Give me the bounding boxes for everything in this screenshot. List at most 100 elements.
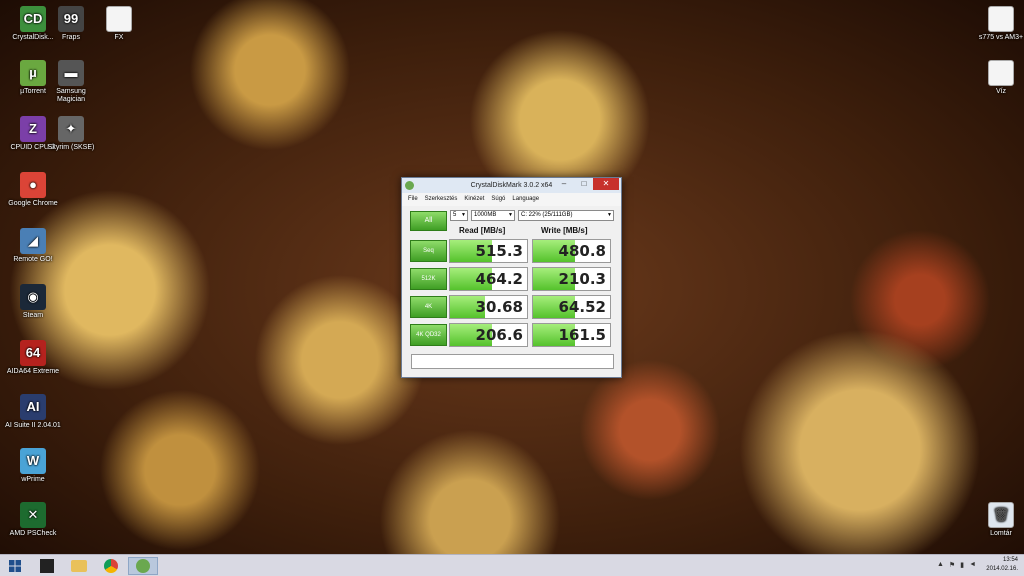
write-result-cell: 210.3	[532, 267, 611, 291]
taskbar-aida-button[interactable]	[32, 557, 62, 575]
clock-time: 13:54	[1002, 557, 1018, 563]
chevron-down-icon: ▼	[607, 212, 612, 218]
app-icon: 64	[20, 340, 46, 366]
write-result-cell: 64.52	[532, 295, 611, 319]
read-result-value: 515.3	[475, 242, 523, 260]
read-header: Read [MB/s]	[459, 226, 506, 235]
read-result-cell: 30.68	[449, 295, 528, 319]
test-size-select[interactable]: 1000MB ▼	[471, 210, 515, 221]
desktop-icon[interactable]: ✕ AMD PSCheck	[4, 502, 62, 538]
flag-icon[interactable]: ⚑	[949, 561, 955, 569]
test-button-512k[interactable]: 512K	[410, 268, 447, 290]
desktop-icon[interactable]: ◢ Remote GO!	[4, 228, 62, 264]
crystaldiskmark-taskbar-icon	[136, 559, 150, 573]
volume-icon[interactable]: ◄	[969, 561, 976, 569]
taskbar: ▲ ⚑ ▮ ◄ 13:54 2014.02.16.	[0, 554, 1024, 576]
read-result-value: 464.2	[475, 270, 523, 288]
desktop-icon[interactable]: FX	[90, 6, 148, 42]
desktop-icon-label: s775 vs AM3+	[978, 34, 1024, 41]
write-header: Write [MB/s]	[541, 226, 588, 235]
test-button-4k[interactable]: 4K	[410, 296, 447, 318]
status-box	[411, 354, 614, 369]
read-result-cell: 464.2	[449, 267, 528, 291]
menu-language[interactable]: Language	[512, 193, 539, 206]
taskbar-chrome-button[interactable]	[96, 557, 126, 575]
app-icon: 🗑	[988, 502, 1014, 528]
menu-help[interactable]: Súgó	[491, 193, 505, 206]
maximize-button[interactable]: □	[577, 178, 591, 190]
desktop-icon-label: Skyrim (SKSE)	[47, 144, 95, 151]
desktop-icon[interactable]: ◉ Steam	[4, 284, 62, 320]
desktop-icon[interactable]: 🗑 Lomtár	[972, 502, 1024, 538]
test-count-select[interactable]: 5 ▼	[450, 210, 468, 221]
desktop-icon[interactable]: ▬ Samsung Magician	[42, 60, 100, 104]
desktop-icon[interactable]: ✦ Skyrim (SKSE)	[42, 116, 100, 152]
chevron-down-icon: ▼	[461, 212, 466, 218]
desktop-icon[interactable]: ● Google Chrome	[4, 172, 62, 208]
menu-edit[interactable]: Szerkesztés	[425, 193, 458, 206]
drive-value: C: 22% (25/111GB)	[521, 212, 573, 218]
app-icon: ◢	[20, 228, 46, 254]
tray-arrow-icon[interactable]: ▲	[937, 561, 944, 569]
window-titlebar[interactable]: CrystalDiskMark 3.0.2 x64 – □ ✕	[402, 178, 621, 193]
read-result-value: 30.68	[475, 298, 523, 316]
app-icon: ✦	[58, 116, 84, 142]
app-icon: AI	[20, 394, 46, 420]
app-icon: W	[20, 448, 46, 474]
desktop-icon[interactable]: WwPrime	[4, 448, 62, 484]
app-icon: 99	[58, 6, 84, 32]
app-icon	[988, 60, 1014, 86]
read-result-cell: 206.6	[449, 323, 528, 347]
network-icon[interactable]: ▮	[960, 561, 964, 569]
start-button[interactable]	[0, 557, 30, 575]
desktop-icon-label: FX	[114, 34, 124, 41]
run-all-button[interactable]: All	[410, 211, 447, 231]
desktop-icon-label: Google Chrome	[8, 200, 58, 207]
write-result-cell: 480.8	[532, 239, 611, 263]
test-button-4k-qd32[interactable]: 4K QD32	[410, 324, 447, 346]
test-count-value: 5	[453, 212, 457, 218]
chrome-icon	[104, 559, 118, 573]
desktop-icon[interactable]: s775 vs AM3+	[972, 6, 1024, 42]
chevron-down-icon: ▼	[508, 212, 513, 218]
app-icon: ●	[20, 172, 46, 198]
window-title: CrystalDiskMark 3.0.2 x64	[470, 182, 553, 189]
close-button[interactable]: ✕	[593, 178, 619, 190]
desktop-icon-label: Samsung Magician	[56, 88, 86, 103]
desktop-icon[interactable]: AI AI Suite II 2.04.01	[4, 394, 62, 430]
system-tray: ▲ ⚑ ▮ ◄	[937, 561, 976, 569]
desktop-icon[interactable]: Víz	[972, 60, 1024, 96]
write-result-cell: 161.5	[532, 323, 611, 347]
minimize-button[interactable]: –	[557, 178, 571, 190]
app-icon: ▬	[58, 60, 84, 86]
desktop-icon-label: AMD PSCheck	[9, 530, 57, 537]
desktop-icon-label: Lomtár	[990, 530, 1012, 537]
taskbar-explorer-button[interactable]	[64, 557, 94, 575]
menu-view[interactable]: Kinézet	[464, 193, 484, 206]
folder-icon	[71, 560, 87, 572]
desktop-icon-label: Steam	[22, 312, 44, 319]
desktop-icon-label: Remote GO!	[13, 256, 53, 263]
taskbar-crystaldiskmark-button[interactable]	[128, 557, 158, 575]
menu-bar: File Szerkesztés Kinézet Súgó Language	[402, 193, 621, 206]
clock[interactable]: 13:54 2014.02.16.	[986, 556, 1018, 574]
desktop-icon-label: wPrime	[21, 476, 45, 483]
desktop-icon-label: Víz	[995, 88, 1007, 95]
crystaldiskmark-app-icon	[405, 181, 414, 190]
write-result-value: 64.52	[558, 298, 606, 316]
read-result-value: 206.6	[475, 326, 523, 344]
app-icon: ◉	[20, 284, 46, 310]
desktop-icon-label: AI Suite II 2.04.01	[5, 422, 61, 429]
drive-select[interactable]: C: 22% (25/111GB) ▼	[518, 210, 614, 221]
app-icon	[988, 6, 1014, 32]
desktop-icon[interactable]: 64 AIDA64 Extreme	[4, 340, 62, 376]
read-result-cell: 515.3	[449, 239, 528, 263]
app-icon: ✕	[20, 502, 46, 528]
test-size-value: 1000MB	[474, 212, 497, 218]
menu-file[interactable]: File	[408, 193, 418, 206]
windows-logo-icon	[9, 560, 21, 572]
desktop-icon-label: AIDA64 Extreme	[6, 368, 60, 375]
write-result-value: 161.5	[558, 326, 606, 344]
write-result-value: 480.8	[558, 242, 606, 260]
test-button-seq[interactable]: Seq	[410, 240, 447, 262]
